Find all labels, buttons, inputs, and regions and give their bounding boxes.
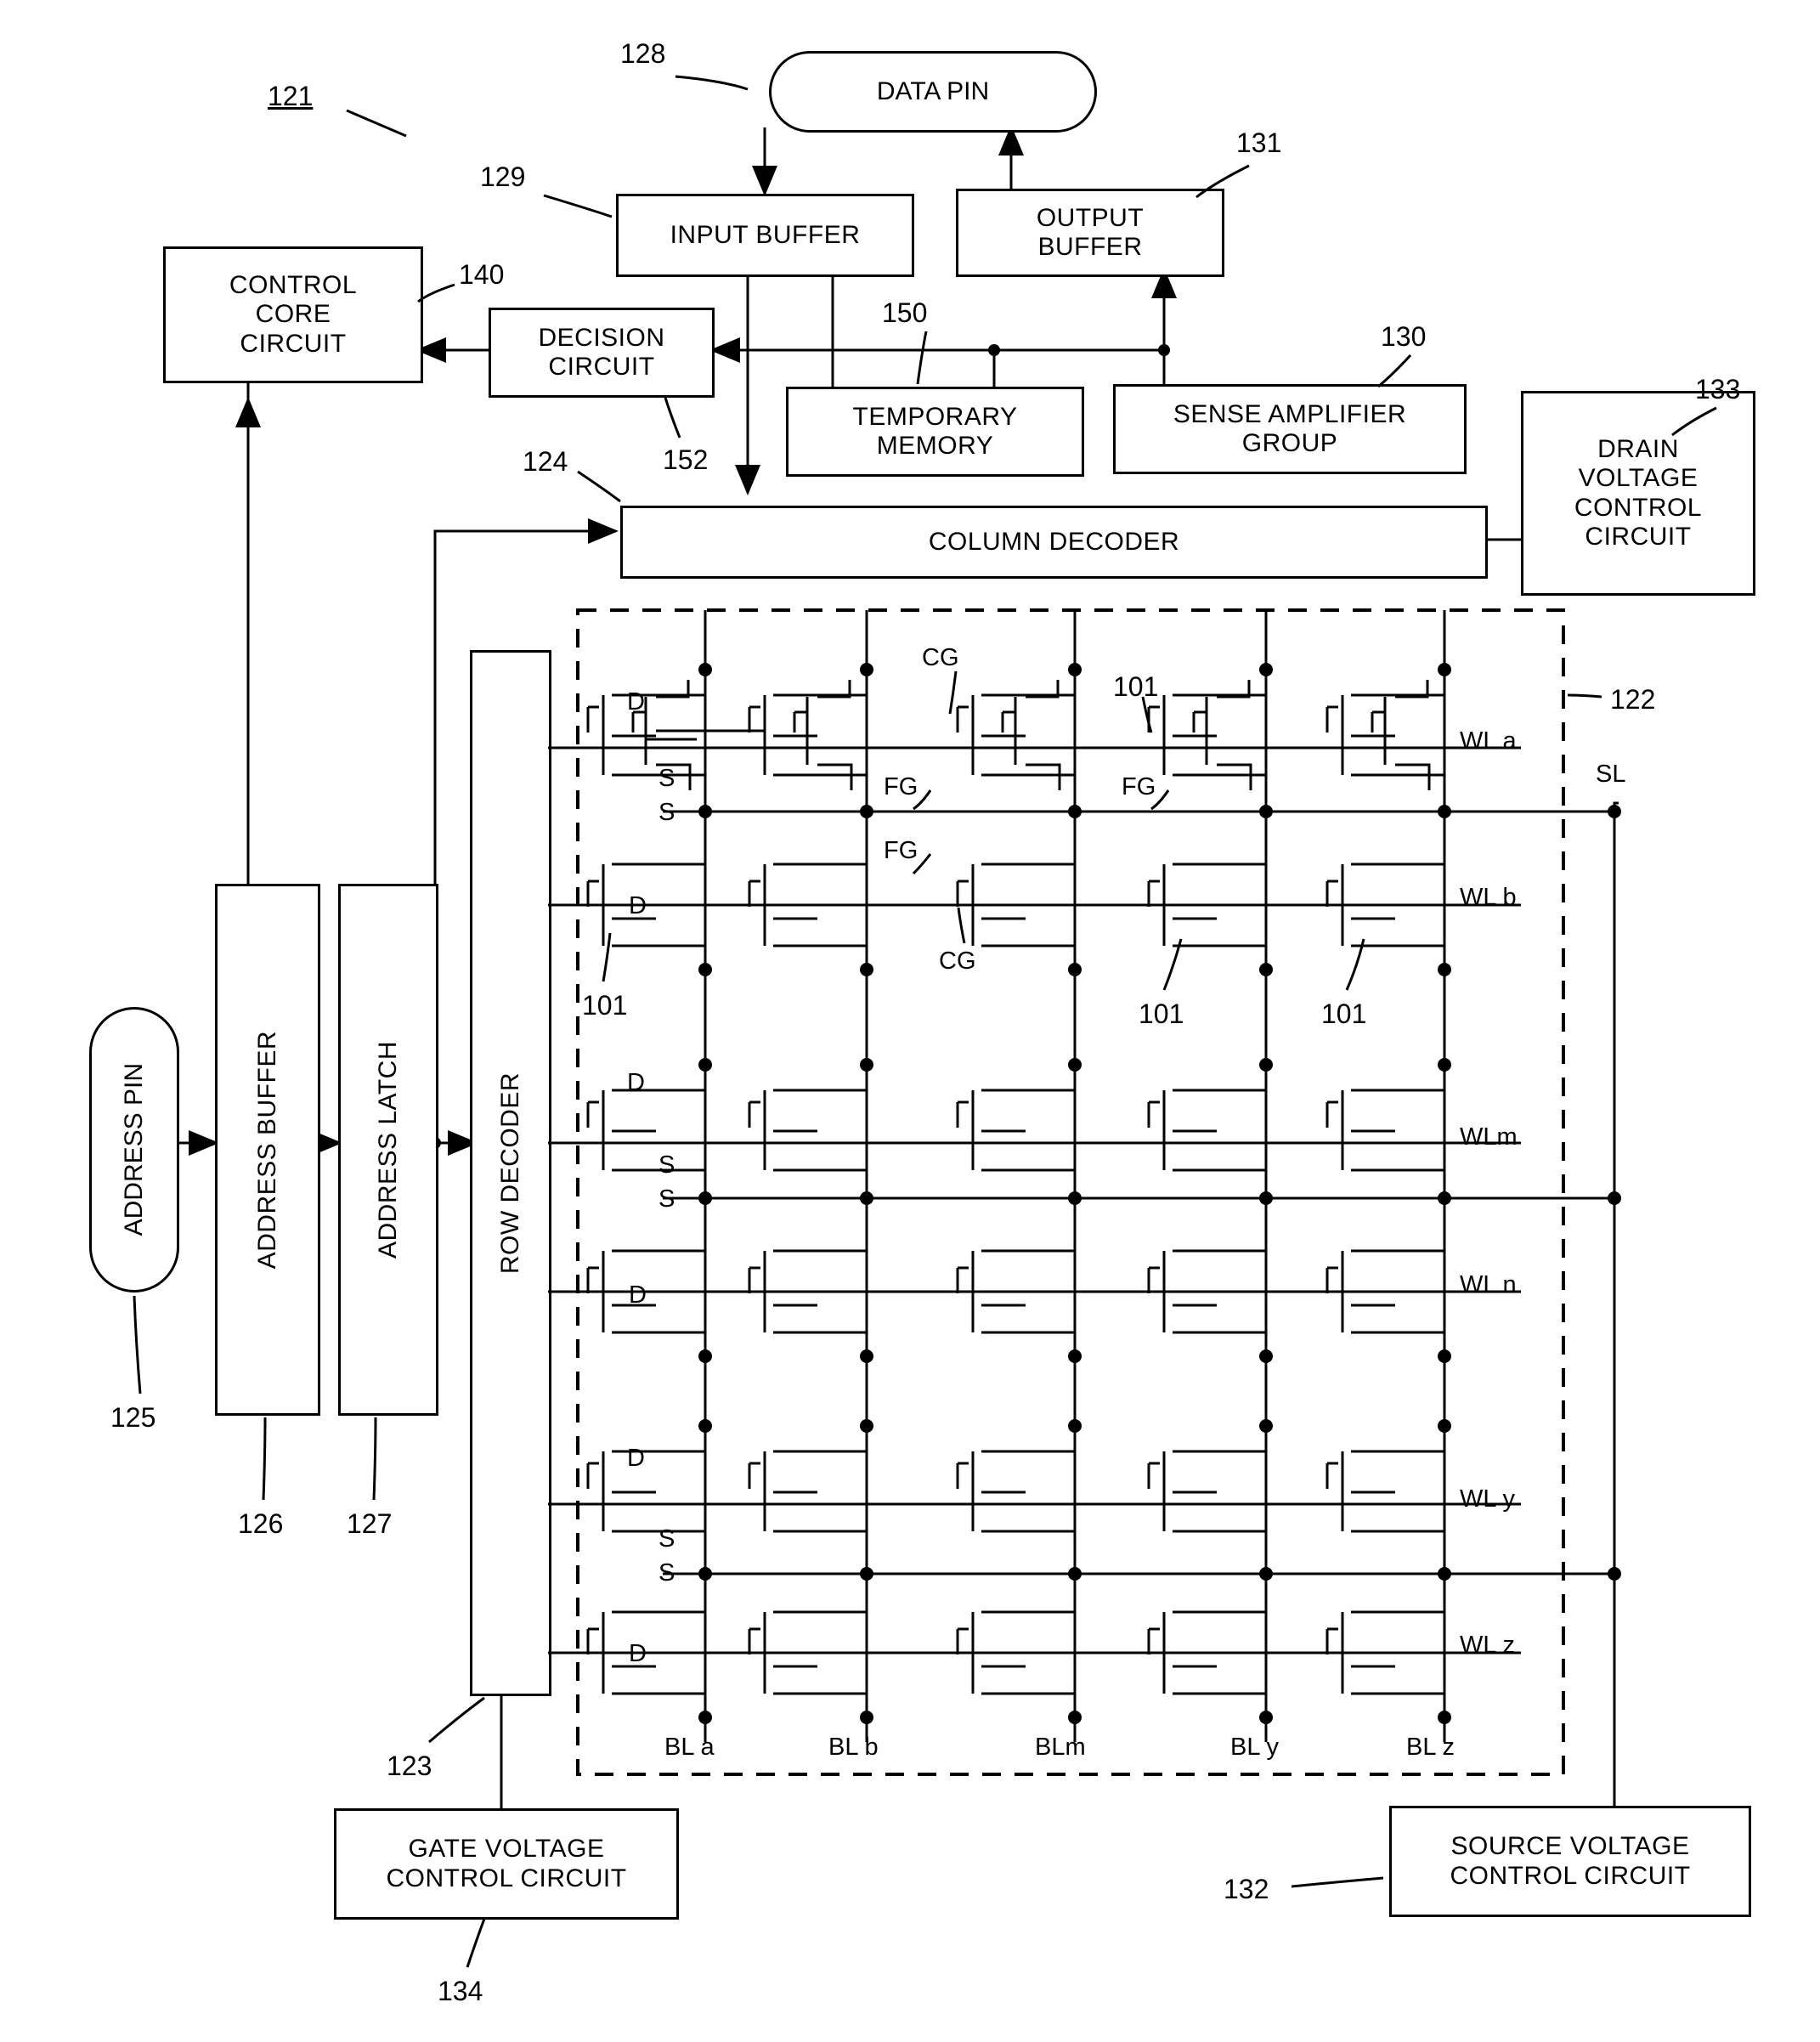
- leader-lines: [133, 75, 1717, 1968]
- diagram-canvas: DATA PIN INPUT BUFFER OUTPUT BUFFER CONT…: [0, 0, 1820, 2042]
